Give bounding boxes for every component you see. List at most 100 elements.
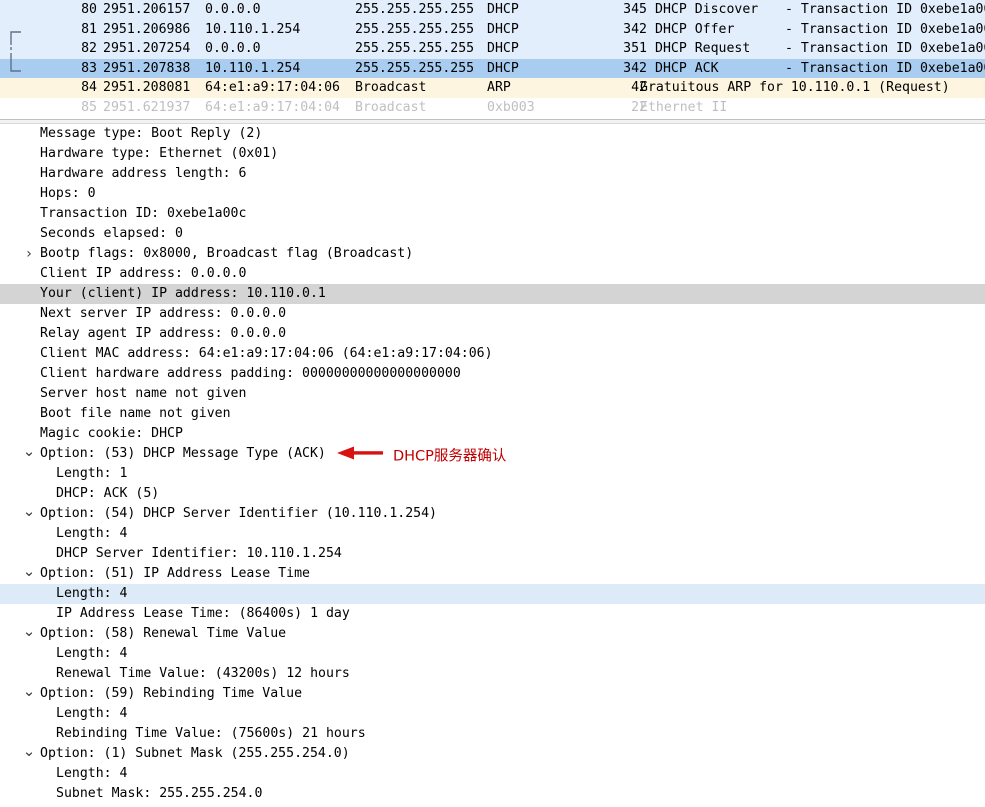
detail-tree-row[interactable]: Length: 4 <box>0 644 985 664</box>
detail-tree-row-label: DHCP: ACK (5) <box>56 486 160 501</box>
packet-info-cell: DHCP Discover <box>655 2 759 17</box>
packet-destination-cell: Broadcast <box>355 99 427 115</box>
detail-tree-row-label: Hardware address length: 6 <box>40 166 247 181</box>
detail-tree-row[interactable]: Length: 4 <box>0 524 985 544</box>
packet-info-transaction-cell: - Transaction ID 0xebe1a00c <box>785 41 985 57</box>
detail-tree-row[interactable]: Renewal Time Value: (43200s) 12 hours <box>0 664 985 684</box>
chevron-right-icon[interactable]: › <box>22 244 36 264</box>
packet-destination-cell: 255.255.255.255 <box>355 41 475 57</box>
detail-tree-row[interactable]: Subnet Mask: 255.255.254.0 <box>0 784 985 804</box>
detail-tree-row-label: Bootp flags: 0x8000, Broadcast flag (Bro… <box>40 246 414 261</box>
detail-tree-row[interactable]: Client IP address: 0.0.0.0 <box>0 264 985 284</box>
detail-tree-row-label: Option: (51) IP Address Lease Time <box>40 566 310 581</box>
detail-tree-row[interactable]: Hardware address length: 6 <box>0 164 985 184</box>
detail-tree-row-label: Hops: 0 <box>40 186 96 201</box>
detail-tree-row[interactable]: ⌄ Option: (59) Rebinding Time Value <box>0 684 985 704</box>
detail-tree-row-label: Transaction ID: 0xebe1a00c <box>40 206 247 221</box>
packet-source-cell: 10.110.1.254 <box>205 21 301 37</box>
detail-tree-row[interactable]: Next server IP address: 0.0.0.0 <box>0 304 985 324</box>
detail-tree-row[interactable]: Client MAC address: 64:e1:a9:17:04:06 (6… <box>0 344 985 364</box>
detail-tree-row-label: Option: (58) Renewal Time Value <box>40 626 287 641</box>
packet-protocol-cell: DHCP <box>487 21 519 37</box>
detail-tree-row[interactable]: Server host name not given <box>0 384 985 404</box>
packet-time-cell: 2951.206986 <box>103 21 191 37</box>
packet-protocol-cell: DHCP <box>487 2 519 17</box>
detail-tree-row-label: Subnet Mask: 255.255.254.0 <box>56 786 263 801</box>
packet-no-cell: 84 <box>81 80 97 96</box>
detail-tree-row[interactable]: DHCP Server Identifier: 10.110.1.254 <box>0 544 985 564</box>
detail-tree-row-label: Length: 4 <box>56 586 128 601</box>
packet-source-cell: 64:e1:a9:17:04:06 <box>205 80 340 96</box>
packet-no-cell: 80 <box>81 2 97 17</box>
detail-tree-row-label: Client IP address: 0.0.0.0 <box>40 266 247 281</box>
detail-tree-row-label: Client MAC address: 64:e1:a9:17:04:06 (6… <box>40 346 493 361</box>
packet-protocol-cell: 0xb003 <box>487 99 535 115</box>
detail-tree-row-label: Relay agent IP address: 0.0.0.0 <box>40 326 287 341</box>
packet-destination-cell: 255.255.255.255 <box>355 60 475 76</box>
detail-tree-row[interactable]: DHCP: ACK (5) <box>0 484 985 504</box>
detail-tree-row[interactable]: Your (client) IP address: 10.110.0.1 <box>0 284 985 304</box>
chevron-down-icon[interactable]: ⌄ <box>22 624 36 639</box>
packet-time-cell: 2951.207254 <box>103 41 191 57</box>
detail-tree-row[interactable]: Relay agent IP address: 0.0.0.0 <box>0 324 985 344</box>
detail-tree-row-label: IP Address Lease Time: (86400s) 1 day <box>56 606 350 621</box>
chevron-down-icon[interactable]: ⌄ <box>22 684 36 699</box>
chevron-down-icon[interactable]: ⌄ <box>22 564 36 579</box>
chevron-down-icon[interactable]: ⌄ <box>22 744 36 759</box>
detail-tree-row[interactable]: Boot file name not given <box>0 404 985 424</box>
detail-tree-row-label: Renewal Time Value: (43200s) 12 hours <box>56 666 350 681</box>
packet-list-pane[interactable]: 80 2951.206157 0.0.0.0 255.255.255.255 DHCP 3… <box>0 0 985 119</box>
detail-tree-row[interactable]: Length: 1 <box>0 464 985 484</box>
packet-time-cell: 2951.621937 <box>103 99 191 115</box>
detail-tree-row-label: Server host name not given <box>40 386 247 401</box>
packet-info-cell: DHCP Offer <box>655 21 735 37</box>
detail-tree-row-label: Client hardware address padding: 0000000… <box>40 366 461 381</box>
packet-protocol-cell: DHCP <box>487 60 519 76</box>
detail-tree-row[interactable]: Client hardware address padding: 0000000… <box>0 364 985 384</box>
packet-no-cell: 81 <box>81 21 97 37</box>
detail-tree-row[interactable]: Rebinding Time Value: (75600s) 21 hours <box>0 724 985 744</box>
detail-tree-row[interactable]: Seconds elapsed: 0 <box>0 224 985 244</box>
packet-source-cell: 0.0.0.0 <box>205 2 261 17</box>
packet-list-row[interactable]: 81 2951.206986 10.110.1.254 255.255.255.255… <box>0 19 985 40</box>
packet-destination-cell: 255.255.255.255 <box>355 2 475 17</box>
detail-tree-row[interactable]: Hardware type: Ethernet (0x01) <box>0 144 985 164</box>
detail-tree-row[interactable]: Length: 4 <box>0 584 985 604</box>
packet-info-cell: Ethernet II <box>640 99 728 115</box>
packet-list-row[interactable]: 83 2951.207838 10.110.1.254 255.255.255.255… <box>0 58 985 79</box>
packet-info-transaction-cell: - Transaction ID 0xebe1a00c <box>785 21 985 37</box>
detail-tree-row[interactable]: Transaction ID: 0xebe1a00c <box>0 204 985 224</box>
packet-protocol-cell: DHCP <box>487 41 519 57</box>
chevron-down-icon[interactable]: ⌄ <box>22 444 36 459</box>
detail-tree-row[interactable]: ⌄ Option: (54) DHCP Server Identifier (10… <box>0 504 985 524</box>
detail-tree-row[interactable]: › Bootp flags: 0x8000, Broadcast flag (Br… <box>0 244 985 264</box>
packet-info-cell: DHCP ACK <box>655 60 719 76</box>
chevron-down-icon[interactable]: ⌄ <box>22 504 36 519</box>
packet-info-transaction-cell: - Transaction ID 0xebe1a00c <box>785 2 985 17</box>
detail-tree-row[interactable]: Length: 4 <box>0 764 985 784</box>
detail-tree-row[interactable]: ⌄ Option: (51) IP Address Lease Time <box>0 564 985 584</box>
detail-tree-row-label: Hardware type: Ethernet (0x01) <box>40 146 279 161</box>
packet-list-row[interactable]: 80 2951.206157 0.0.0.0 255.255.255.255 DHCP 3… <box>0 0 985 20</box>
packet-length-cell: 342 <box>623 21 647 37</box>
detail-tree-row[interactable]: Length: 4 <box>0 704 985 724</box>
packet-info-transaction-cell: - Transaction ID 0xebe1a00c <box>785 60 985 76</box>
detail-tree-row[interactable]: IP Address Lease Time: (86400s) 1 day <box>0 604 985 624</box>
packet-source-cell: 10.110.1.254 <box>205 60 301 76</box>
detail-tree-row[interactable]: Hops: 0 <box>0 184 985 204</box>
detail-tree-row[interactable]: ⌄ Option: (58) Renewal Time Value <box>0 624 985 644</box>
packet-list-row[interactable]: 85 2951.621937 64:e1:a9:17:04:04 Broadcast 0… <box>0 97 985 118</box>
left-arrow-icon <box>337 446 383 467</box>
detail-tree-row[interactable]: Message type: Boot Reply (2) <box>0 124 985 144</box>
detail-tree-row[interactable]: ⌄ Option: (1) Subnet Mask (255.255.254.0) <box>0 744 985 764</box>
packet-no-cell: 83 <box>81 60 97 76</box>
annotation-callout: DHCP服务器确认 <box>337 446 506 466</box>
packet-length-cell: 342 <box>623 60 647 76</box>
packet-list-row[interactable]: 84 2951.208081 64:e1:a9:17:04:06 Broadcast A… <box>0 78 985 98</box>
packet-length-cell: 351 <box>623 41 647 57</box>
packet-list-row[interactable]: 82 2951.207254 0.0.0.0 255.255.255.255 DHCP 3… <box>0 39 985 59</box>
detail-tree-row-label: Rebinding Time Value: (75600s) 21 hours <box>56 726 366 741</box>
detail-tree-row[interactable]: Magic cookie: DHCP <box>0 424 985 444</box>
packet-source-cell: 0.0.0.0 <box>205 41 261 57</box>
packet-info-cell: Gratuitous ARP for 10.110.0.1 (Request) <box>640 80 950 96</box>
